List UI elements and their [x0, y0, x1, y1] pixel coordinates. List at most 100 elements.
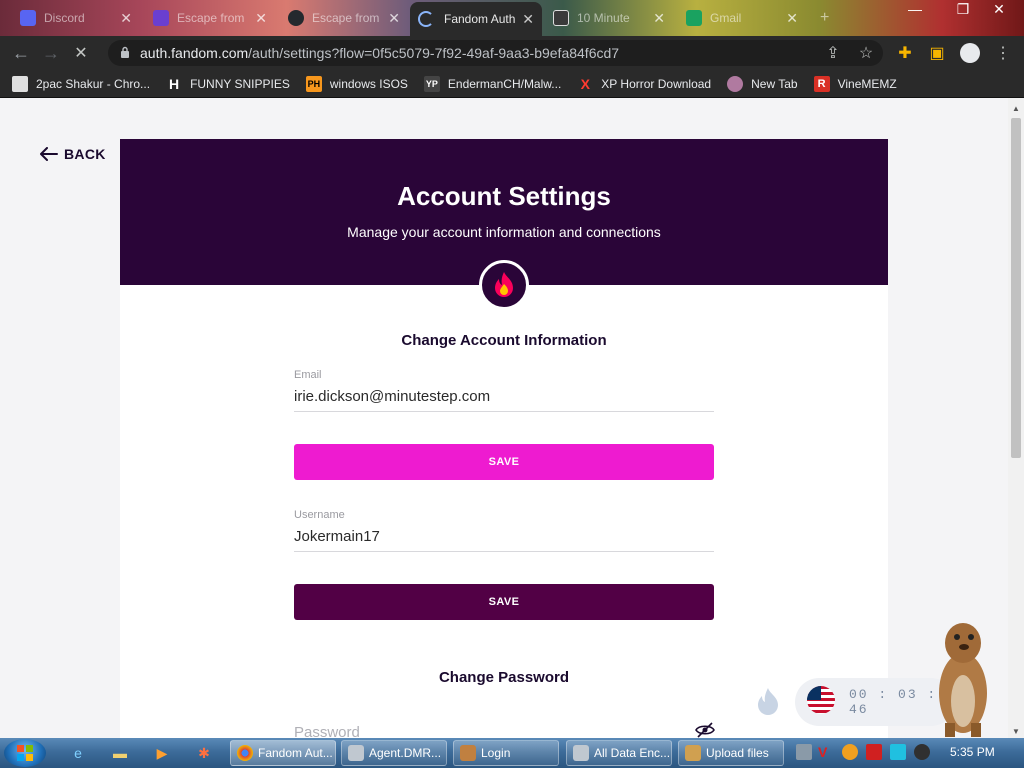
profile-avatar-icon[interactable] [955, 36, 985, 70]
bookmark-label: VineMEMZ [837, 76, 897, 91]
scrollbar-thumb[interactable] [1011, 118, 1021, 458]
window-close-button[interactable]: ✕ [984, 0, 1014, 18]
timer-seconds: 46 [849, 702, 869, 717]
save-email-button[interactable]: SAVE [294, 444, 714, 480]
bookmark-2pac[interactable]: 2pac Shakur - Chro... [12, 75, 150, 92]
tab-10-minute[interactable]: 10 Minute ✕ [545, 4, 673, 32]
loading-spinner-icon [418, 11, 434, 27]
taskbar-item-login[interactable]: Login [453, 740, 559, 766]
windows-taskbar: e ▬ ▶ ✱ Fandom Aut... Agent.DMR... Login… [0, 738, 1024, 768]
close-icon[interactable]: ✕ [522, 11, 534, 28]
bookmark-label: New Tab [751, 76, 798, 91]
email-field[interactable]: irie.dickson@minutestep.com [294, 388, 714, 412]
start-button[interactable] [4, 739, 46, 767]
back-link[interactable]: BACK [40, 146, 106, 162]
bookmark-label: EndermanCH/Malw... [447, 76, 562, 91]
back-arrow-icon[interactable]: ← [6, 38, 36, 68]
tab-github[interactable]: Escape from ✕ [280, 4, 408, 32]
close-icon[interactable]: ✕ [653, 10, 665, 27]
tab-gmail[interactable]: Gmail ✕ [678, 4, 806, 32]
url-host: auth.fandom.com [140, 45, 249, 61]
tray-v-icon[interactable]: V [818, 744, 834, 760]
browser-tab-strip: Discord ✕ Escape from ✕ Escape from ✕ Fa… [0, 0, 1024, 36]
scroll-up-icon[interactable]: ▲ [1012, 104, 1020, 113]
github-icon [288, 10, 304, 26]
minimize-button[interactable]: — [900, 0, 930, 18]
share-icon[interactable]: ⇪ [818, 36, 848, 70]
stop-loading-icon[interactable]: ✕ [66, 38, 96, 68]
lock-icon [120, 45, 130, 61]
task-label: Fandom Aut... [258, 746, 333, 760]
bookmark-icon: PH [305, 75, 322, 92]
tab-label: Fandom Auth [444, 12, 516, 26]
folder-icon[interactable]: ▬ [110, 743, 130, 763]
task-label: Agent.DMR... [369, 746, 442, 760]
login-icon [460, 745, 476, 761]
close-icon[interactable]: ✕ [786, 10, 798, 27]
window-icon [573, 745, 589, 761]
taskbar-item-fandom[interactable]: Fandom Aut... [230, 740, 336, 766]
forward-arrow-icon[interactable]: → [36, 38, 66, 68]
bookmark-new-tab[interactable]: New Tab [727, 75, 798, 92]
us-flag-icon [807, 685, 835, 719]
tray-volume-icon[interactable] [914, 744, 930, 760]
media-player-icon[interactable]: ▶ [152, 743, 172, 763]
bookmark-vinememz[interactable]: R VineMEMZ [813, 75, 897, 92]
bookmark-icon: H [169, 75, 180, 92]
tab-label: Escape from [177, 11, 245, 25]
bookmark-funny-snippies[interactable]: H FUNNY SNIPPIES [166, 76, 290, 92]
tab-fandom-auth[interactable]: Fandom Auth ✕ [410, 2, 542, 36]
task-label: Login [481, 746, 511, 760]
taskbar-item-upload[interactable]: Upload files [678, 740, 784, 766]
save-username-button[interactable]: SAVE [294, 584, 714, 620]
taskbar-item-agent[interactable]: Agent.DMR... [341, 740, 447, 766]
scroll-down-icon[interactable]: ▼ [1012, 727, 1020, 736]
taskbar-clock[interactable]: 5:35 PM [950, 745, 995, 759]
bookmark-icon: R [813, 75, 830, 92]
bookmarks-bar: 2pac Shakur - Chro... H FUNNY SNIPPIES P… [0, 70, 1024, 98]
close-icon[interactable]: ✕ [120, 10, 132, 27]
bookmark-icon [727, 75, 744, 92]
task-label: All Data Enc... [594, 746, 671, 760]
windows-logo-icon [17, 745, 33, 761]
bookmark-star-icon[interactable]: ☆ [851, 36, 881, 70]
close-icon[interactable]: ✕ [255, 10, 267, 27]
tray-flag-icon[interactable] [866, 744, 882, 760]
timer-hours: 00 [849, 687, 869, 702]
arrow-left-icon [40, 147, 58, 161]
fandom-flame-icon [756, 687, 780, 722]
bookmark-endermanch[interactable]: YP EndermanCH/Malw... [423, 75, 562, 92]
plus-icon: + [820, 9, 830, 26]
extensions-puzzle-icon[interactable]: ✚ [890, 36, 920, 70]
side-panel-icon[interactable]: ▣ [922, 36, 952, 70]
page-scrollbar[interactable]: ▲ ▼ [1008, 98, 1024, 738]
tab-discord[interactable]: Discord ✕ [12, 4, 140, 32]
more-menu-icon[interactable]: ⋮ [988, 36, 1018, 70]
app-icon[interactable]: ✱ [194, 743, 214, 763]
new-tab-button[interactable]: + [812, 4, 842, 32]
internet-explorer-icon[interactable]: e [68, 743, 88, 763]
tray-app-icon[interactable] [796, 744, 812, 760]
fandom-logo-icon [479, 260, 529, 310]
tab-label: Discord [44, 11, 85, 25]
chrome-icon [237, 745, 253, 761]
bookmark-xp-horror[interactable]: X XP Horror Download [577, 76, 712, 92]
section-title-account: Change Account Information [401, 332, 607, 349]
password-field[interactable]: Password [294, 724, 360, 738]
eye-slash-icon[interactable] [695, 722, 715, 738]
tab-site-icon [153, 10, 169, 26]
bookmark-windows-isos[interactable]: PH windows ISOS [305, 75, 408, 92]
address-bar[interactable]: auth.fandom.com/auth/settings?flow=0f5c5… [108, 40, 883, 66]
tab-escape-from[interactable]: Escape from ✕ [145, 4, 275, 32]
tab-label: 10 Minute [577, 11, 630, 25]
username-field[interactable]: Jokermain17 [294, 528, 714, 552]
bookmark-label: XP Horror Download [601, 76, 712, 91]
tray-search-icon[interactable] [842, 744, 858, 760]
close-icon[interactable]: ✕ [388, 10, 400, 27]
taskbar-item-all-data[interactable]: All Data Enc... [566, 740, 672, 766]
tray-monitor-icon[interactable] [890, 744, 906, 760]
window-icon [348, 745, 364, 761]
upload-icon [685, 745, 701, 761]
page-viewport: BACK Account Settings Manage your accoun… [0, 98, 1008, 738]
maximize-button[interactable]: ❐ [948, 0, 978, 18]
